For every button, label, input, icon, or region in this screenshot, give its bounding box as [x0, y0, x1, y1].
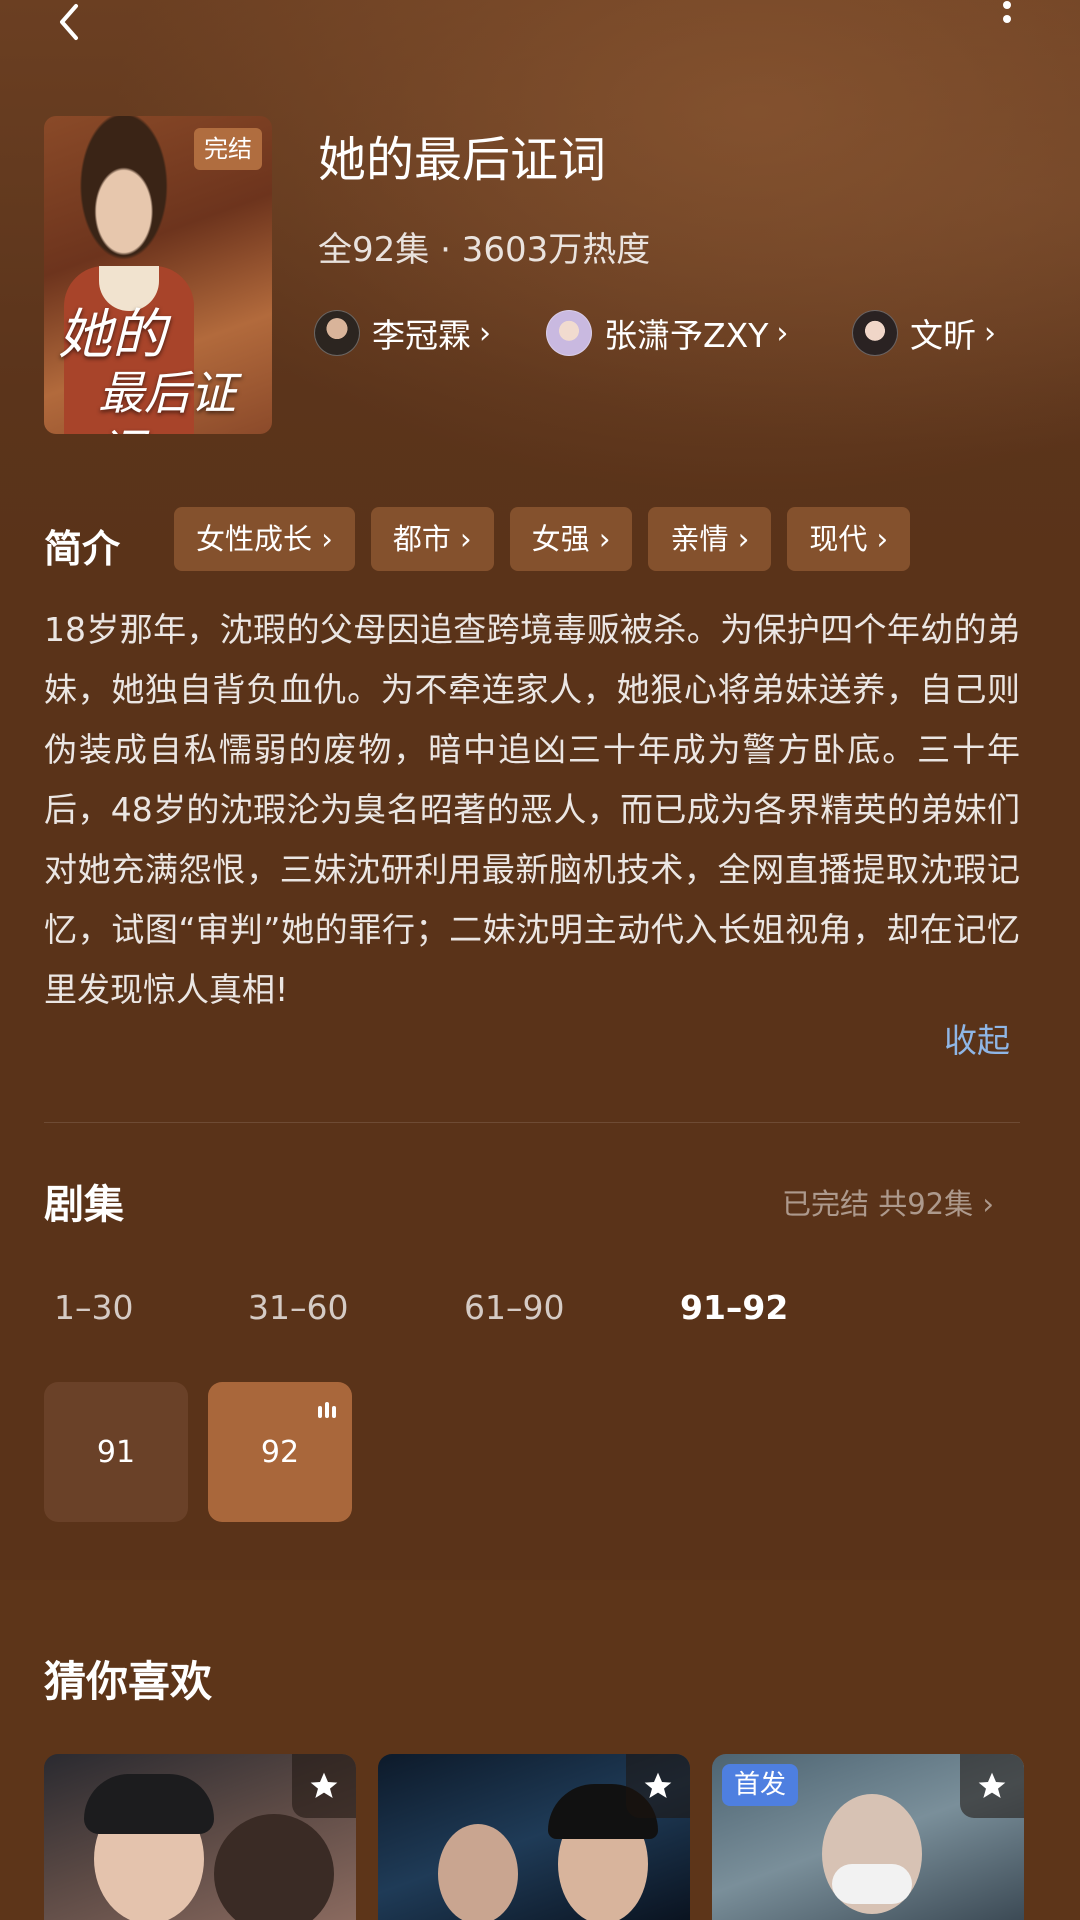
tag-chip[interactable]: 都市 › — [370, 507, 494, 571]
episode-count-heat: 全92集 · 3603万热度 — [318, 230, 651, 270]
more-dot-icon — [1003, 1, 1011, 9]
favorite-button[interactable] — [960, 1754, 1024, 1818]
cast-member[interactable]: 文昕 › — [852, 308, 996, 358]
episode-button[interactable]: 91 — [44, 1382, 188, 1522]
status-badge: 完结 — [194, 128, 262, 170]
episodes-status-link[interactable]: 已完结 共92集 › — [782, 1181, 994, 1223]
chevron-left-icon — [60, 4, 78, 40]
tag-list: 女性成长 › 都市 › 女强 › 亲情 › 现代 › — [174, 507, 926, 571]
more-options-button[interactable] — [990, 0, 1024, 43]
avatar — [546, 310, 592, 356]
star-icon — [310, 1772, 338, 1798]
episode-range-tab[interactable]: 1–30 — [54, 1288, 134, 1327]
premiere-badge: 首发 — [722, 1764, 799, 1806]
synopsis-text: 18岁那年，沈瑕的父母因追查跨境毒贩被杀。为保护四个年幼的弟妹，她独自背负血仇。… — [44, 610, 1020, 1009]
episode-range-tab[interactable]: 31–60 — [248, 1288, 348, 1327]
star-icon — [978, 1772, 1006, 1798]
page-title: 她的最后证词 — [318, 132, 607, 188]
recommend-heading: 猜你喜欢 — [44, 1657, 213, 1706]
favorite-button[interactable] — [626, 1754, 690, 1818]
recommend-card[interactable]: 首发 — [712, 1754, 1024, 1920]
recommend-card[interactable] — [378, 1754, 690, 1920]
episodes-heading: 剧集 — [44, 1182, 124, 1228]
collapse-link[interactable]: 收起 — [944, 1014, 1010, 1062]
divider — [44, 1122, 1020, 1123]
episode-range-tab[interactable]: 61–90 — [464, 1288, 564, 1327]
tag-chip[interactable]: 现代 › — [787, 507, 911, 571]
cast-member[interactable]: 张潇予ZXY › — [546, 308, 788, 358]
back-button[interactable] — [40, 0, 100, 52]
recommend-card[interactable] — [44, 1754, 356, 1920]
tag-chip[interactable]: 女性成长 › — [174, 507, 355, 571]
episode-button-playing[interactable]: 92 — [208, 1382, 352, 1522]
more-dot-icon — [1003, 15, 1011, 23]
chevron-right-icon: › — [984, 315, 996, 351]
episode-range-tab-active[interactable]: 91–92 — [680, 1288, 788, 1327]
drama-poster[interactable]: 她的 最后证词 完结 — [44, 116, 272, 434]
tag-chip[interactable]: 女强 › — [509, 507, 633, 571]
star-icon — [644, 1772, 672, 1798]
playing-indicator-icon — [315, 1402, 336, 1418]
avatar — [852, 310, 898, 356]
cast-member[interactable]: 李冠霖 › — [314, 308, 491, 358]
tag-chip[interactable]: 亲情 › — [648, 507, 772, 571]
intro-heading: 简介 — [44, 527, 121, 571]
poster-title-art: 她的 最后证词 — [58, 303, 236, 435]
avatar — [314, 310, 360, 356]
chevron-right-icon: › — [479, 315, 491, 351]
favorite-button[interactable] — [292, 1754, 356, 1818]
chevron-right-icon: › — [776, 315, 789, 351]
